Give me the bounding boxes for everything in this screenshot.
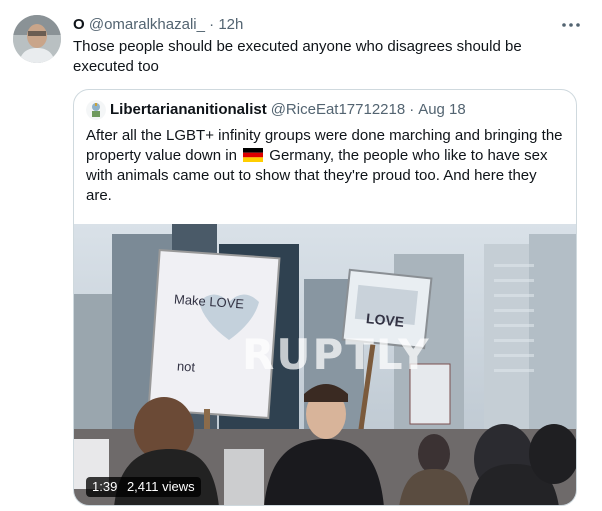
- tweet-text: Those people should be executed anyone w…: [73, 38, 522, 75]
- tweet-header: O @omaralkhazali_ · 12h: [73, 15, 542, 35]
- quoted-tweet-date[interactable]: Aug 18: [418, 100, 466, 120]
- quoted-user-handle[interactable]: @RiceEat17712218: [271, 100, 406, 120]
- quoted-display-name[interactable]: Libertariananitionalist: [110, 100, 267, 120]
- sign-text-not: not: [176, 358, 196, 375]
- separator-dot: ·: [409, 101, 415, 118]
- separator-dot: ·: [209, 16, 215, 33]
- quoted-tweet-text: After all the LGBT+ infinity groups were…: [86, 126, 566, 206]
- user-handle[interactable]: @omaralkhazali_: [89, 16, 205, 33]
- video-watermark: RUPTLY: [242, 330, 431, 379]
- video-view-count: 2,411 views: [126, 479, 195, 494]
- germany-flag-icon: [243, 148, 264, 162]
- avatar-photo: [13, 15, 61, 63]
- video-duration: 1:39: [92, 479, 118, 494]
- quoted-tweet-header: Libertariananitionalist @RiceEat17712218…: [86, 100, 466, 120]
- video-info-badge: 1:39 2,411 views: [86, 477, 201, 497]
- avatar[interactable]: [13, 15, 61, 63]
- display-name[interactable]: O: [73, 16, 85, 33]
- more-options-button[interactable]: [560, 15, 582, 35]
- quoted-tweet-card[interactable]: Libertariananitionalist @RiceEat17712218…: [73, 89, 577, 506]
- video-player[interactable]: Make LOVE not LOVE RUPTLY 1:39 2,411 vie…: [74, 224, 576, 505]
- more-horizontal-icon: [562, 23, 580, 27]
- tweet-timestamp[interactable]: 12h: [218, 16, 243, 33]
- quoted-avatar[interactable]: [86, 100, 106, 120]
